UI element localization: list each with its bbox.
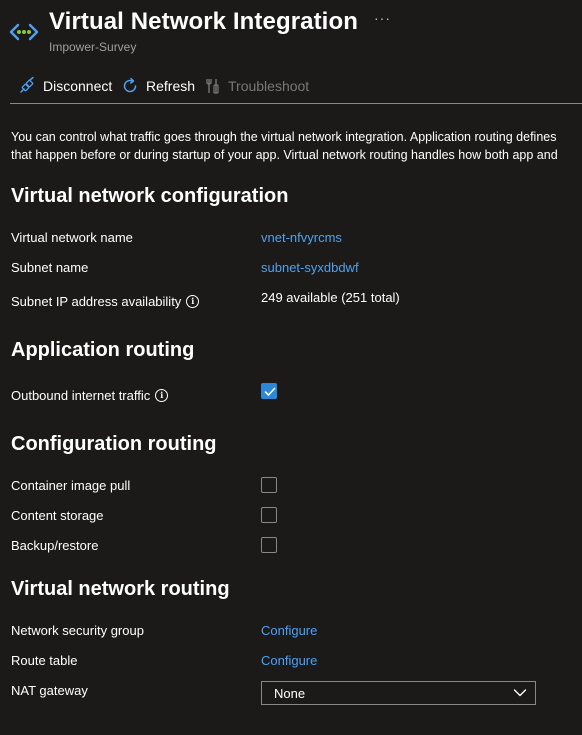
subnet-name-label: Subnet name — [11, 260, 88, 275]
more-options-button[interactable]: ··· — [374, 10, 391, 26]
info-icon[interactable]: i — [186, 295, 200, 308]
troubleshoot-button[interactable]: Troubleshoot — [205, 74, 309, 98]
description-line-1: You can control what traffic goes throug… — [11, 130, 557, 144]
page-subtitle: Impower-Survey — [49, 40, 137, 54]
vnet-icon — [9, 23, 39, 41]
command-bar: Disconnect Refresh Troubleshoot — [0, 70, 582, 102]
backup-restore-label-text: Backup/restore — [11, 538, 99, 553]
section-title-vnet-config: Virtual network configuration — [11, 185, 289, 207]
refresh-button[interactable]: Refresh — [121, 74, 195, 98]
disconnect-icon — [20, 77, 34, 93]
subnet-name-link[interactable]: subnet-syxdbdwf — [261, 260, 359, 275]
refresh-label: Refresh — [146, 78, 196, 94]
nsg-label: Network security group — [11, 623, 144, 638]
outbound-traffic-checkbox[interactable] — [261, 383, 277, 399]
chevron-down-icon — [513, 689, 527, 697]
backup-restore-label: Backup/restore — [11, 538, 98, 553]
disconnect-label: Disconnect — [43, 78, 113, 94]
outbound-traffic-label: Outbound internet traffic i — [11, 388, 169, 403]
section-title-app-routing: Application routing — [11, 339, 195, 361]
content-storage-label: Content storage — [11, 508, 104, 523]
subnet-ip-label: Subnet IP address availability i — [11, 294, 200, 309]
subnet-ip-value: 249 available (251 total) — [261, 290, 400, 305]
refresh-icon — [123, 77, 137, 93]
route-table-configure-link[interactable]: Configure — [261, 653, 317, 668]
nat-gateway-label: NAT gateway — [11, 683, 88, 698]
backup-restore-checkbox[interactable] — [261, 537, 277, 553]
nat-gateway-dropdown[interactable]: None — [261, 681, 536, 705]
description-line-2: that happen before or during startup of … — [11, 148, 558, 162]
info-icon[interactable]: i — [155, 389, 169, 402]
disconnect-button[interactable]: Disconnect — [18, 74, 112, 98]
section-title-vnet-routing: Virtual network routing — [11, 578, 230, 600]
nsg-label-text: Network security group — [11, 623, 144, 638]
subnet-ip-label-text: Subnet IP address availability — [11, 294, 182, 309]
vnet-name-label-text: Virtual network name — [11, 230, 133, 245]
content-storage-checkbox[interactable] — [261, 507, 277, 523]
outbound-traffic-label-text: Outbound internet traffic — [11, 388, 151, 403]
page-header: Virtual Network Integration ··· Impower-… — [0, 0, 582, 60]
toolbar-divider — [10, 103, 582, 104]
checkmark-icon — [264, 387, 276, 396]
vnet-integration-page: Virtual Network Integration ··· Impower-… — [0, 0, 582, 735]
nsg-configure-link[interactable]: Configure — [261, 623, 317, 638]
section-title-config-routing: Configuration routing — [11, 433, 217, 455]
page-title: Virtual Network Integration — [49, 8, 358, 35]
troubleshoot-label: Troubleshoot — [228, 78, 310, 94]
route-table-label-text: Route table — [11, 653, 78, 668]
container-image-pull-label-text: Container image pull — [11, 478, 131, 493]
vnet-name-link[interactable]: vnet-nfvyrcms — [261, 230, 342, 245]
vnet-name-label: Virtual network name — [11, 230, 133, 245]
description-text: You can control what traffic goes throug… — [11, 128, 582, 164]
nat-gateway-label-text: NAT gateway — [11, 683, 88, 698]
content-storage-label-text: Content storage — [11, 508, 104, 523]
route-table-label: Route table — [11, 653, 78, 668]
troubleshoot-icon — [206, 79, 219, 94]
nat-gateway-selected-value: None — [274, 686, 306, 701]
subnet-name-label-text: Subnet name — [11, 260, 89, 275]
container-image-pull-label: Container image pull — [11, 478, 130, 493]
container-image-pull-checkbox[interactable] — [261, 477, 277, 493]
